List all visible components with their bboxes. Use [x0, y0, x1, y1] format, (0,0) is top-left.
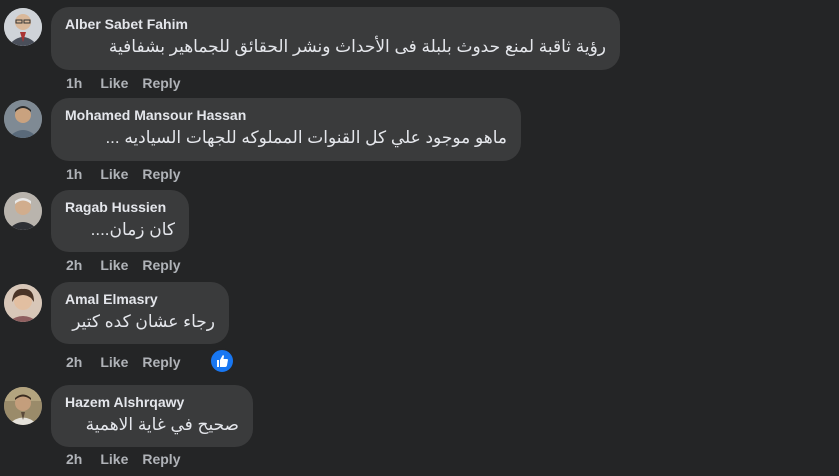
avatar[interactable] [4, 8, 42, 46]
commenter-name[interactable]: Hazem Alshrqawy [65, 393, 239, 411]
like-button[interactable]: Like [100, 74, 128, 92]
avatar-image [4, 100, 42, 138]
avatar[interactable] [4, 192, 42, 230]
comment-bubble: Mohamed Mansour Hassan ماهو موجود علي كل… [51, 98, 521, 161]
like-button[interactable]: Like [100, 165, 128, 183]
comment-time[interactable]: 2h [66, 353, 82, 371]
avatar[interactable] [4, 100, 42, 138]
comment-time[interactable]: 1h [66, 74, 82, 92]
comment-actions: 2h Like Reply [66, 353, 194, 371]
reply-button[interactable]: Reply [142, 256, 180, 274]
avatar-image [4, 284, 42, 322]
reply-button[interactable]: Reply [142, 165, 180, 183]
comment-actions: 2h Like Reply [66, 256, 194, 274]
reply-button[interactable]: Reply [142, 450, 180, 468]
comment-time[interactable]: 1h [66, 165, 82, 183]
comment-text: كان زمان.... [90, 220, 175, 239]
reply-button[interactable]: Reply [142, 353, 180, 371]
comment-text: ماهو موجود علي كل القنوات المملوكه للجها… [105, 128, 507, 147]
commenter-name[interactable]: Mohamed Mansour Hassan [65, 106, 507, 124]
comment-actions: 2h Like Reply [66, 450, 194, 468]
comment-actions: 1h Like Reply [66, 165, 194, 183]
avatar-image [4, 8, 42, 46]
like-button[interactable]: Like [100, 450, 128, 468]
commenter-name[interactable]: Ragab Hussien [65, 198, 175, 216]
comment-actions: 1h Like Reply [66, 74, 194, 92]
commenter-name[interactable]: Alber Sabet Fahim [65, 15, 606, 33]
comment-bubble: Alber Sabet Fahim رؤية ثاقبة لمنع حدوث ب… [51, 7, 620, 70]
avatar-image [4, 192, 42, 230]
comment-bubble: Hazem Alshrqawy صحيح في غاية الاهمية [51, 385, 253, 447]
comment-bubble: Amal Elmasry رجاء عشان كده كتير [51, 282, 229, 344]
comment-text: صحيح في غاية الاهمية [85, 415, 239, 434]
comment-bubble: Ragab Hussien كان زمان.... [51, 190, 189, 252]
like-button[interactable]: Like [100, 353, 128, 371]
thumbs-up-icon[interactable] [209, 348, 235, 374]
commenter-name[interactable]: Amal Elmasry [65, 290, 215, 308]
like-button[interactable]: Like [100, 256, 128, 274]
avatar-image [4, 387, 42, 425]
reply-button[interactable]: Reply [142, 74, 180, 92]
comment-text: رؤية ثاقبة لمنع حدوث بلبلة فى الأحداث ون… [108, 37, 606, 56]
avatar[interactable] [4, 284, 42, 322]
comment-time[interactable]: 2h [66, 256, 82, 274]
comment-time[interactable]: 2h [66, 450, 82, 468]
comment-text: رجاء عشان كده كتير [72, 312, 215, 331]
avatar[interactable] [4, 387, 42, 425]
